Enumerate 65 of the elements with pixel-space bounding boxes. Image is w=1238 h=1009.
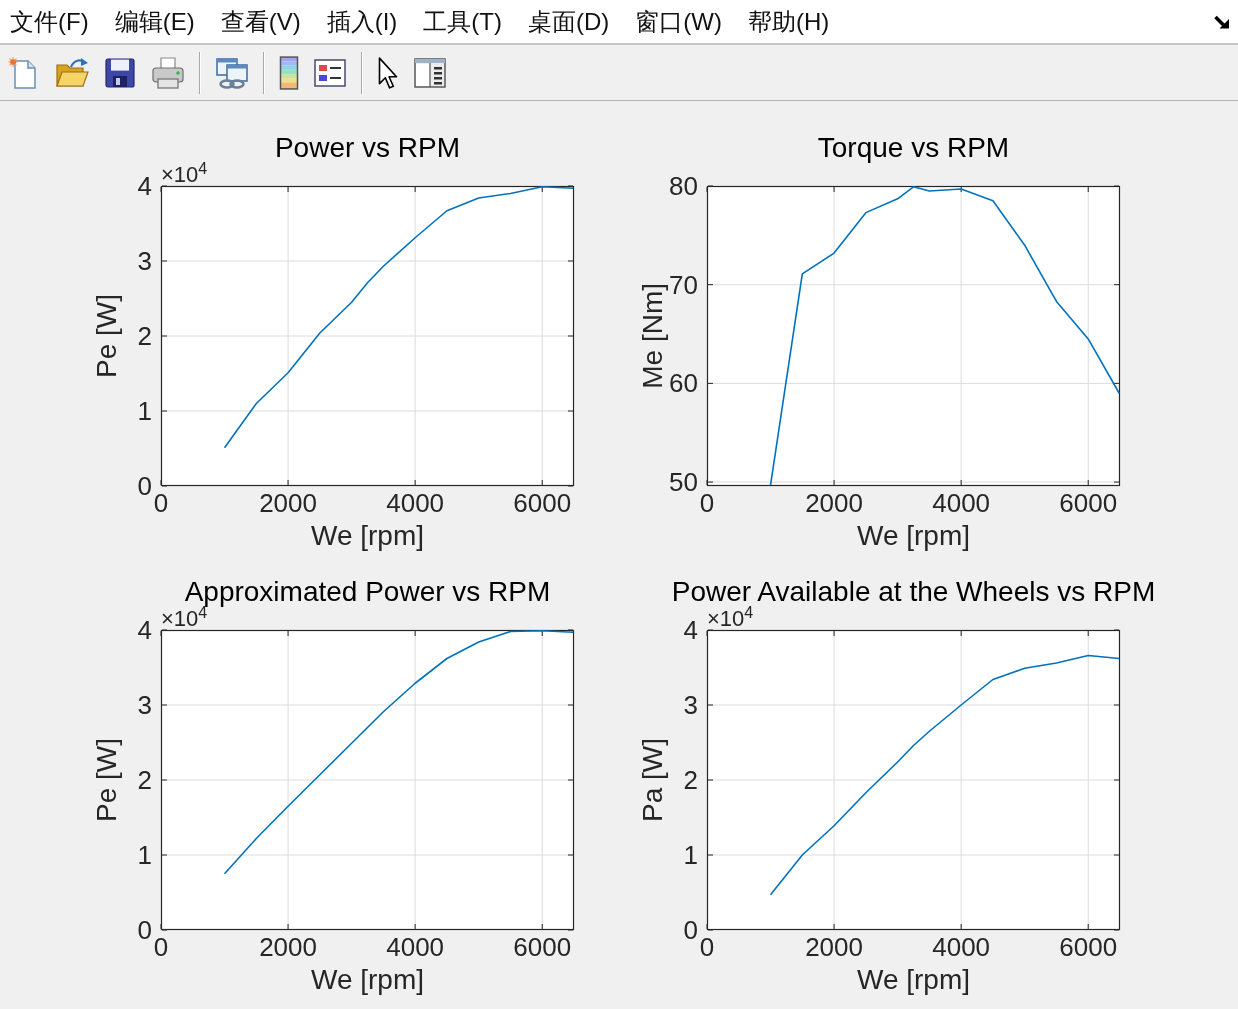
x-tick-label: 6000 (1059, 489, 1118, 517)
scale-factor-label: ×10$^{4}$ (707, 608, 754, 630)
folder-icon[interactable] (55, 55, 89, 90)
menu-item[interactable]: 帮助(H) (747, 6, 830, 37)
y-tick-label: 1 (683, 841, 698, 869)
x-tick-label: 6000 (513, 489, 572, 517)
y-tick-label: 1 (137, 397, 152, 425)
x-axis-label: We [rpm] (310, 520, 425, 553)
y-tick-label: 2 (683, 766, 698, 794)
x-axis-label: We [rpm] (856, 520, 971, 553)
y-axis-label: Pe [W] (93, 294, 121, 378)
y-tick-label: 0 (137, 472, 152, 500)
chart-title: Torque vs RPM (817, 132, 1010, 164)
x-tick-label: 0 (153, 933, 169, 961)
y-axis-label: Pa [W] (639, 738, 667, 822)
menu-item[interactable]: 文件(F) (10, 6, 89, 37)
y-tick-label: 2 (137, 766, 152, 794)
y-axis-label: Pe [W] (93, 738, 121, 822)
y-tick-label: 4 (683, 616, 698, 644)
y-tick-label: 3 (137, 247, 152, 275)
x-tick-label: 0 (699, 489, 715, 517)
x-tick-label: 4000 (932, 489, 991, 517)
x-tick-label: 0 (699, 933, 715, 961)
x-tick-label: 6000 (513, 933, 572, 961)
cursor-icon[interactable] (377, 55, 399, 90)
printer-icon[interactable] (151, 55, 185, 90)
x-tick-label: 2000 (805, 489, 863, 517)
y-tick-label: 3 (683, 691, 698, 719)
y-tick-label: 70 (669, 270, 698, 299)
x-tick-label: 2000 (805, 933, 863, 961)
x-tick-label: 6000 (1059, 933, 1118, 961)
x-tick-label: 2000 (259, 489, 317, 517)
y-tick-label: 0 (683, 916, 698, 944)
scale-factor-label: ×10$^{4}$ (161, 164, 208, 186)
y-tick-label: 1 (137, 841, 152, 869)
y-tick-label: 50 (669, 468, 698, 497)
menu-item[interactable]: 窗口(W) (635, 6, 722, 37)
menu-item[interactable]: 查看(V) (220, 6, 301, 37)
y-axis-label: Me [Nm] (639, 283, 667, 389)
menu-item[interactable]: 工具(T) (423, 6, 502, 37)
menu-item[interactable]: 桌面(D) (527, 6, 610, 37)
arrow-icon[interactable] (1214, 14, 1230, 29)
y-tick-label: 60 (669, 369, 698, 398)
x-tick-label: 4000 (932, 933, 991, 961)
linked-windows-icon[interactable] (215, 55, 249, 90)
y-tick-label: 3 (137, 691, 152, 719)
y-tick-label: 80 (669, 172, 698, 200)
x-tick-label: 4000 (386, 489, 445, 517)
y-tick-label: 4 (137, 616, 152, 644)
x-tick-label: 2000 (259, 933, 317, 961)
menu-item[interactable]: 编辑(E) (114, 6, 195, 37)
menu-item[interactable]: 插入(I) (326, 6, 398, 37)
scale-factor-label: ×10$^{4}$ (161, 608, 208, 630)
chart-title: Power Available at the Wheels vs RPM (671, 576, 1156, 607)
y-tick-label: 0 (137, 916, 152, 944)
x-tick-label: 0 (153, 489, 169, 517)
panel-icon[interactable] (413, 55, 447, 90)
chart-title: Power vs RPM (274, 132, 461, 164)
x-tick-label: 4000 (386, 933, 445, 961)
x-axis-label: We [rpm] (310, 964, 425, 997)
y-tick-label: 4 (137, 172, 152, 200)
chart-title: Approximated Power vs RPM (184, 576, 551, 607)
x-axis-label: We [rpm] (856, 964, 971, 997)
y-tick-label: 2 (137, 322, 152, 350)
colorbar-icon[interactable] (279, 55, 299, 90)
